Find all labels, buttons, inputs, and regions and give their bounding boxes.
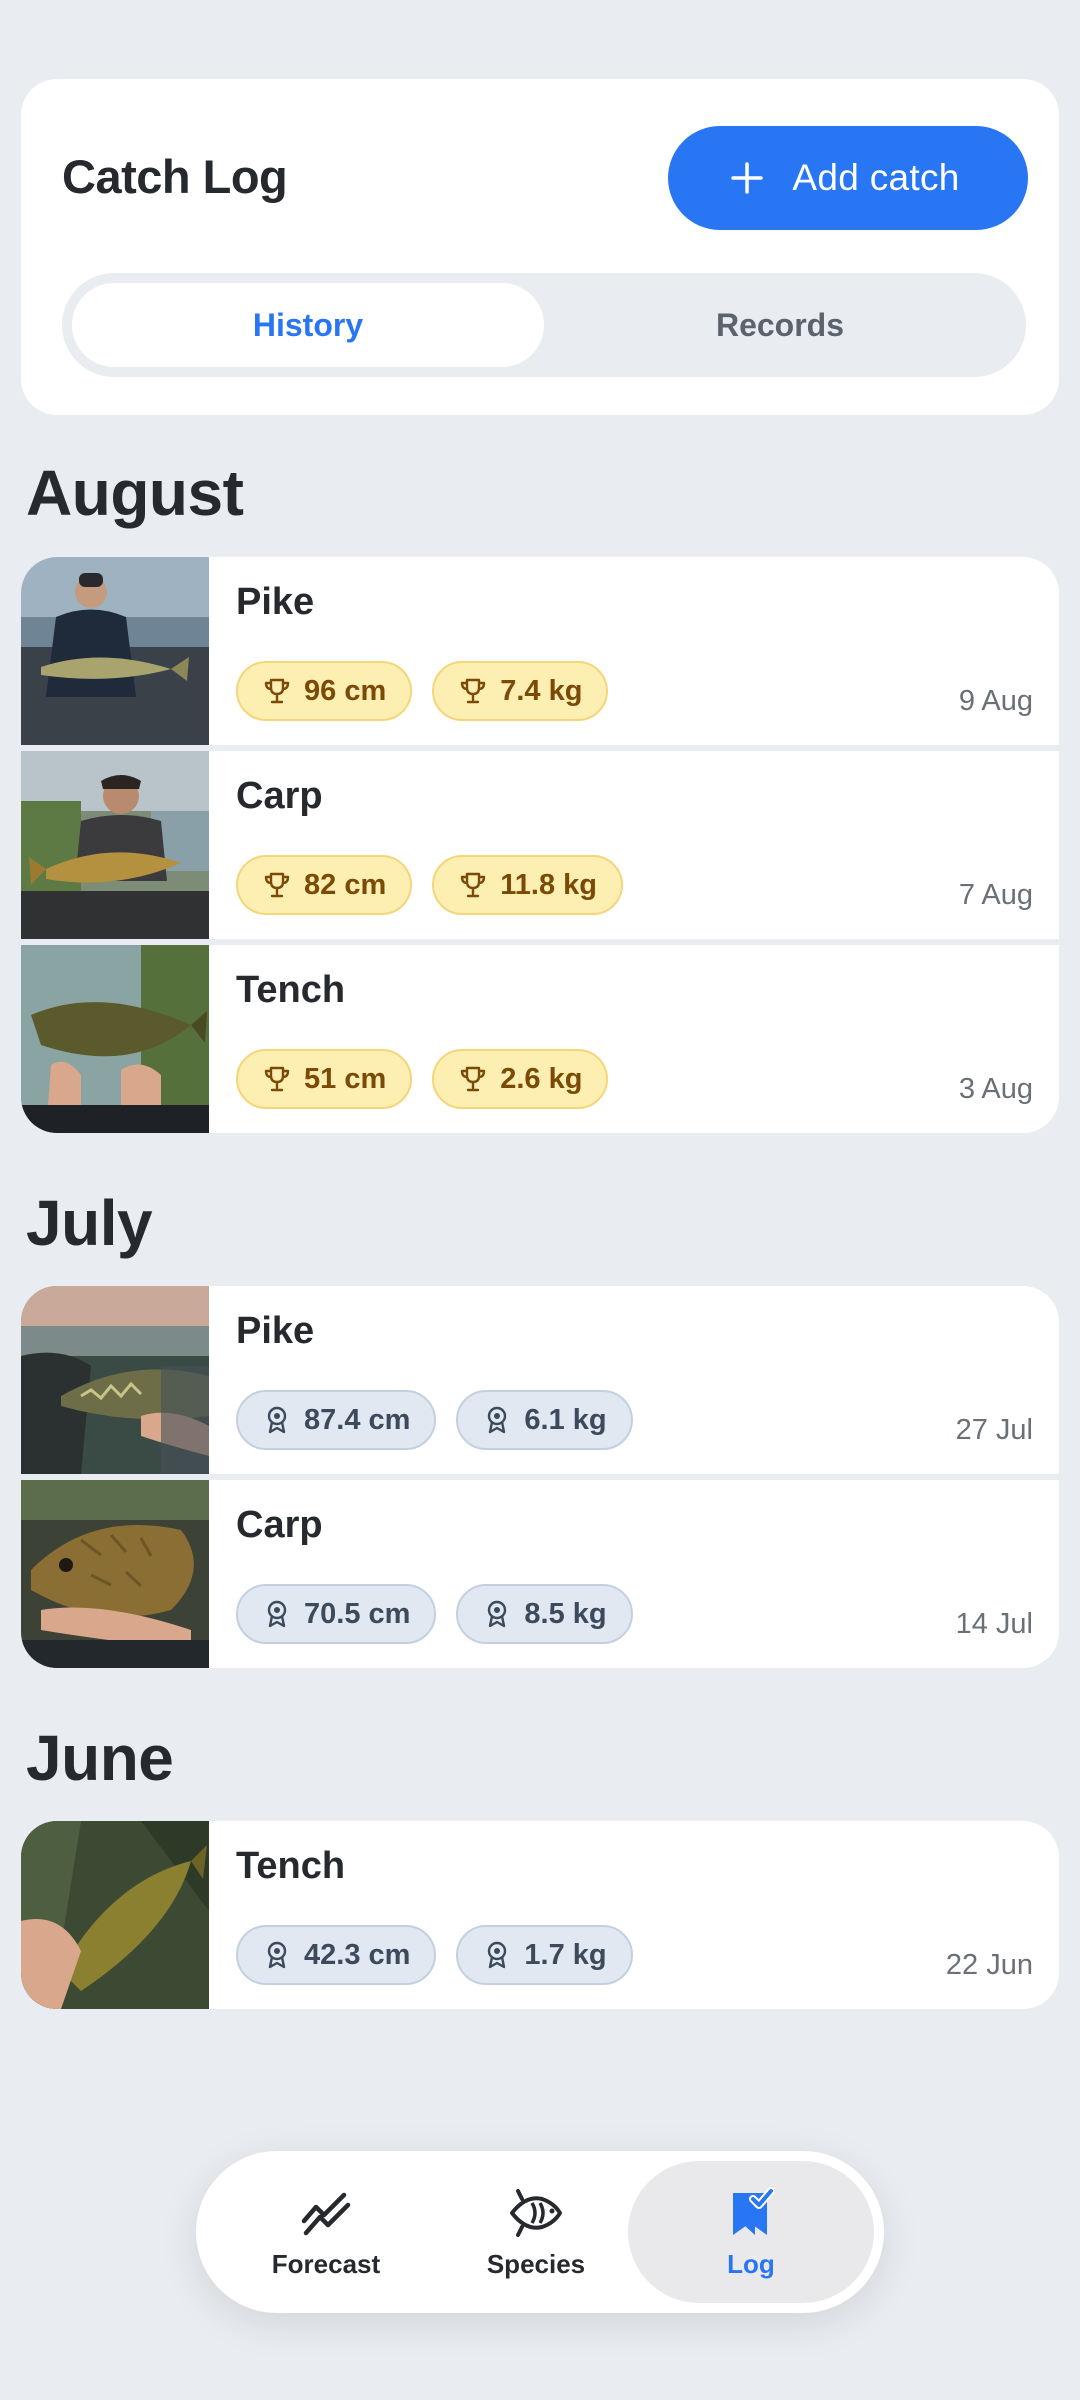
tab-records[interactable]: Records (544, 283, 1016, 367)
catch-photo (21, 751, 209, 939)
weight-record-badge: 7.4 kg (432, 661, 609, 721)
catch-row[interactable]: Pike 87.4 cm 6.1 kg 27 Jul (21, 1286, 1059, 1474)
catch-species: Carp (236, 1504, 323, 1546)
weight-value: 11.8 kg (500, 868, 597, 901)
catch-species: Pike (236, 581, 315, 623)
length-record-badge: 82 cm (236, 855, 413, 915)
length-value: 82 cm (304, 868, 387, 901)
nav-species-label: Species (486, 2248, 586, 2279)
length-record-badge: 51 cm (236, 1049, 413, 1109)
bottom-nav: Forecast Species Log (196, 2151, 884, 2313)
length-record-badge: 96 cm (236, 661, 413, 721)
section-title-august: August (26, 457, 244, 529)
forecast-chart-icon (301, 2192, 351, 2235)
length-value: 42.3 cm (304, 1938, 411, 1971)
weight-badge: 8.5 kg (456, 1584, 633, 1644)
medal-icon (488, 1600, 507, 1628)
catch-species: Carp (236, 775, 323, 817)
catch-species: Tench (236, 1845, 346, 1887)
catch-date: 22 Jun (945, 1949, 1033, 1981)
add-catch-label: Add catch (792, 157, 960, 198)
header-card: Catch Log Add catch History Records (21, 79, 1059, 415)
weight-value: 2.6 kg (500, 1062, 583, 1095)
weight-value: 7.4 kg (500, 674, 583, 707)
nav-species[interactable]: Species (426, 2161, 646, 2303)
catch-photo (21, 1286, 209, 1474)
catch-photo (21, 557, 209, 745)
length-value: 96 cm (304, 674, 387, 707)
catch-date: 7 Aug (958, 879, 1033, 911)
nav-forecast[interactable]: Forecast (216, 2161, 436, 2303)
weight-value: 1.7 kg (524, 1938, 607, 1971)
trophy-icon (461, 678, 486, 704)
nav-log-label: Log (727, 2248, 775, 2279)
length-badge: 87.4 cm (236, 1390, 437, 1450)
nav-log[interactable]: Log (628, 2161, 874, 2303)
bookmark-check-icon (733, 2186, 775, 2235)
trophy-icon (461, 1066, 486, 1092)
medal-icon (267, 1406, 287, 1434)
page-title: Catch Log (62, 150, 288, 203)
trophy-icon (264, 1066, 290, 1092)
tab-bar: History Records (62, 273, 1026, 377)
weight-value: 6.1 kg (524, 1403, 607, 1436)
fish-icon (510, 2188, 562, 2237)
add-catch-button[interactable]: Add catch (668, 126, 1028, 230)
weight-badge: 6.1 kg (456, 1390, 633, 1450)
weight-badge: 1.7 kg (456, 1925, 633, 1985)
catch-species: Pike (236, 1310, 315, 1352)
length-badge: 70.5 cm (236, 1584, 437, 1644)
medal-icon (267, 1600, 287, 1628)
length-value: 87.4 cm (304, 1403, 411, 1436)
catch-date: 14 Jul (955, 1608, 1033, 1640)
catch-photo (21, 945, 209, 1133)
catch-date: 9 Aug (958, 685, 1033, 717)
catch-date: 3 Aug (958, 1073, 1033, 1105)
catch-row[interactable]: Carp 82 cm 11.8 kg 7 Aug (21, 751, 1059, 939)
catch-species: Tench (236, 969, 346, 1011)
plus-icon (731, 162, 764, 194)
catch-row[interactable]: Pike 96 cm 7.4 kg 9 Aug (21, 557, 1059, 745)
catch-row[interactable]: Tench 42.3 cm 1.7 kg 22 Jun (21, 1821, 1059, 2009)
length-badge: 42.3 cm (236, 1925, 437, 1985)
length-value: 70.5 cm (304, 1597, 411, 1630)
medal-icon (488, 1941, 507, 1969)
catch-photo (21, 1480, 209, 1668)
nav-forecast-label: Forecast (271, 2248, 381, 2279)
medal-icon (267, 1941, 287, 1969)
trophy-icon (264, 678, 290, 704)
medal-icon (488, 1406, 507, 1434)
section-title-june: June (26, 1722, 174, 1794)
catch-row[interactable]: Carp 70.5 cm 8.5 kg 14 Jul (21, 1480, 1059, 1668)
length-value: 51 cm (304, 1062, 387, 1095)
trophy-icon (461, 872, 486, 898)
section-title-july: July (26, 1187, 153, 1259)
catch-photo (21, 1821, 209, 2009)
weight-record-badge: 2.6 kg (432, 1049, 609, 1109)
weight-record-badge: 11.8 kg (432, 855, 623, 915)
weight-value: 8.5 kg (524, 1597, 607, 1630)
catch-date: 27 Jul (955, 1414, 1033, 1446)
tab-history[interactable]: History (72, 283, 544, 367)
trophy-icon (264, 872, 290, 898)
catch-row[interactable]: Tench 51 cm 2.6 kg 3 Aug (21, 945, 1059, 1133)
